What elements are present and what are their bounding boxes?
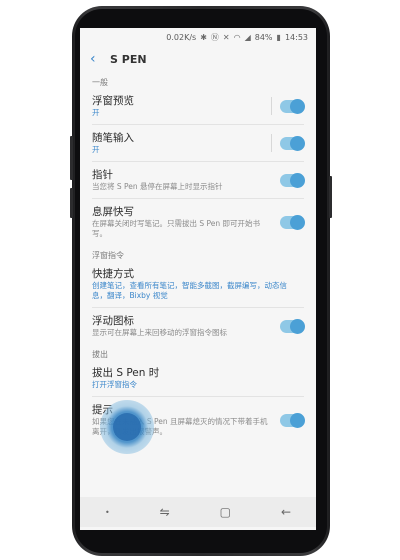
home-icon[interactable]: ▢ xyxy=(220,505,231,519)
navigation-bar: • ⇋ ▢ ← xyxy=(80,497,316,527)
app-bar: ‹ S PEN xyxy=(80,46,316,72)
nav-back-icon[interactable]: ← xyxy=(281,505,291,519)
setting-label: 浮窗预览 xyxy=(92,95,134,107)
setting-label: 快捷方式 xyxy=(92,268,134,280)
section-header-detach: 拔出 xyxy=(92,350,108,359)
back-icon[interactable]: ‹ xyxy=(90,51,110,67)
recents-icon[interactable]: ⇋ xyxy=(160,505,170,519)
network-speed: 0.02K/s xyxy=(166,32,197,42)
setting-shortcuts[interactable]: 快捷方式 创建笔记，查看所有笔记，智能多截图，截屏编写，动态信息，翻译，Bixb… xyxy=(80,261,316,307)
signal-icon: ◢ xyxy=(244,32,251,42)
setting-air-view[interactable]: 浮窗预览 开 xyxy=(80,88,316,124)
volume-up-button xyxy=(70,136,73,180)
setting-summary: 在屏幕关闭时写笔记。只需拔出 S Pen 即可开始书写。 xyxy=(92,219,261,238)
setting-direct-pen-input[interactable]: 随笔输入 开 xyxy=(80,125,316,161)
setting-label: 指针 xyxy=(92,169,113,181)
setting-summary: 打开浮窗指令 xyxy=(92,380,137,389)
page-title: S PEN xyxy=(110,52,147,66)
battery-icon: ▮ xyxy=(276,32,281,42)
clock: 14:53 xyxy=(284,32,308,42)
air-view-toggle[interactable] xyxy=(280,98,305,114)
power-button xyxy=(329,176,332,218)
setting-pointer[interactable]: 指针 当您将 S Pen 悬停在屏幕上时显示指针 xyxy=(80,162,316,198)
wifi-icon: ◠ xyxy=(233,32,241,42)
touch-indicator xyxy=(100,400,154,454)
divider xyxy=(271,97,272,115)
battery-percent: 84% xyxy=(254,32,273,42)
setting-label: 随笔输入 xyxy=(92,132,134,144)
volume-down-button xyxy=(70,188,73,218)
setting-summary: 开 xyxy=(92,145,100,154)
status-bar: 0.02K/s ✱ Ⓝ ✕ ◠ ◢ 84% ▮ 14:53 xyxy=(80,28,316,46)
alarm-toggle[interactable] xyxy=(280,412,305,428)
pin-dot-icon: • xyxy=(104,507,110,517)
setting-label: 拔出 S Pen 时 xyxy=(92,367,160,379)
divider xyxy=(271,134,272,152)
section-header-general: 一般 xyxy=(92,78,108,87)
setting-summary: 显示可在屏幕上来回移动的浮窗指令图标 xyxy=(92,328,227,337)
setting-floating-icon[interactable]: 浮动图标 显示可在屏幕上来回移动的浮窗指令图标 xyxy=(80,308,316,344)
setting-summary: 创建笔记，查看所有笔记，智能多截图，截屏编写，动态信息，翻译，Bixby 视觉 xyxy=(92,281,287,300)
setting-summary: 开 xyxy=(92,108,100,117)
setting-summary: 当您将 S Pen 悬停在屏幕上时显示指针 xyxy=(92,182,223,191)
nfc-icon: Ⓝ xyxy=(210,32,219,42)
bluetooth-icon: ✱ xyxy=(200,32,207,42)
floating-icon-toggle[interactable] xyxy=(280,318,305,334)
direct-pen-input-toggle[interactable] xyxy=(280,135,305,151)
pointer-toggle[interactable] xyxy=(280,172,305,188)
mute-icon: ✕ xyxy=(222,32,230,42)
setting-screen-off-memo[interactable]: 息屏快写 在屏幕关闭时写笔记。只需拔出 S Pen 即可开始书写。 xyxy=(80,199,316,245)
section-header-air-command: 浮窗指令 xyxy=(92,251,124,260)
screen: 0.02K/s ✱ Ⓝ ✕ ◠ ◢ 84% ▮ 14:53 ‹ S PEN 一般… xyxy=(80,28,316,530)
setting-when-detached[interactable]: 拔出 S Pen 时 打开浮窗指令 xyxy=(80,360,316,396)
screen-off-memo-toggle[interactable] xyxy=(280,214,305,230)
setting-label: 浮动图标 xyxy=(92,315,134,327)
setting-label: 息屏快写 xyxy=(92,206,134,218)
